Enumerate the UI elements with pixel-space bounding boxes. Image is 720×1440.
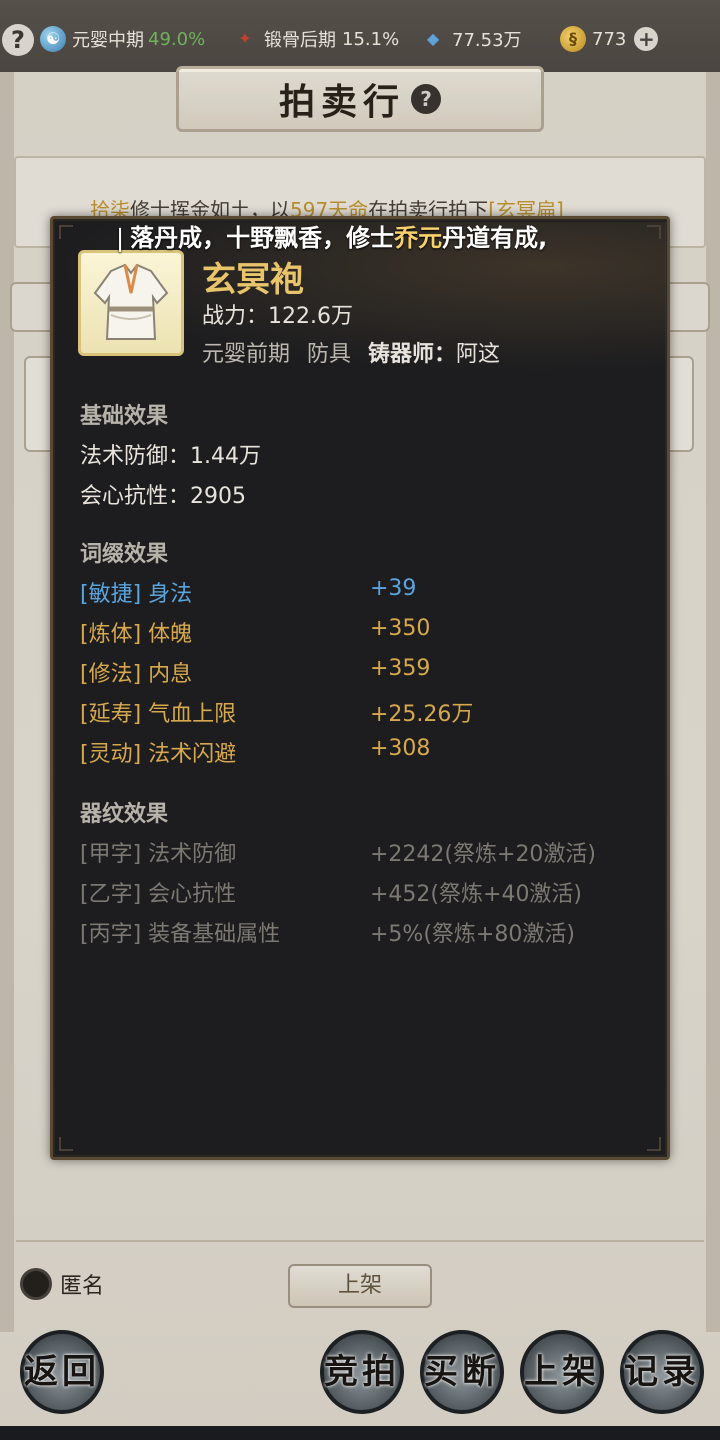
body-realm-label: 锻骨后期: [264, 30, 336, 51]
item-type: 防具: [307, 342, 352, 367]
robe-icon: [78, 250, 184, 356]
item-power: 战力：122.6万: [202, 304, 353, 329]
corner-ornament: [59, 1137, 73, 1151]
coin-icon: §: [560, 26, 586, 52]
affix-effects-title: 词缀效果: [80, 542, 169, 567]
add-coin-button[interactable]: +: [634, 27, 659, 51]
smith-name: 阿这: [456, 342, 501, 367]
affix-row: [灵动] 法术闪避 +308: [80, 736, 431, 767]
pattern-row: [乙字] 会心抗性 +452(祭炼+40激活): [80, 882, 583, 907]
item-realm: 元婴前期: [202, 342, 291, 367]
corner-ornament: [59, 225, 73, 239]
corner-ornament: [647, 1137, 661, 1151]
pattern-effects-title: 器纹效果: [80, 802, 169, 827]
help-icon[interactable]: ?: [2, 24, 34, 56]
body-realm-progress: 15.1%: [342, 28, 400, 50]
coin-counter[interactable]: § 773 +: [560, 26, 659, 52]
affix-row: [炼体] 体魄 +350: [80, 616, 431, 647]
base-effect-row: 法术防御：1.44万: [80, 444, 262, 469]
corner-ornament: [647, 225, 661, 239]
yinyang-icon: ☯: [40, 26, 66, 52]
broadcast-marquee: ❘落丹成，十野飘香，修士乔元丹道有成,: [110, 224, 548, 252]
item-meta: 元婴前期 防具 铸器师：阿这: [202, 336, 500, 368]
item-name: 玄冥袍: [202, 260, 304, 300]
coin-value: 773: [592, 28, 627, 50]
pattern-row: [丙字] 装备基础属性 +5%(祭炼+80激活): [80, 922, 575, 947]
smith-label: 铸器师：: [368, 342, 457, 367]
body-realm[interactable]: ✦ 锻骨后期 15.1%: [232, 26, 399, 52]
realm-label: 元婴中期: [72, 30, 144, 51]
base-effects-title: 基础效果: [80, 404, 169, 429]
spirit-stone-value: 77.53万: [452, 30, 522, 51]
cultivation-realm[interactable]: ☯ 元婴中期 49.0%: [40, 26, 205, 52]
affix-row: [修法] 内息 +359: [80, 656, 431, 687]
base-effect-row: 会心抗性：2905: [80, 484, 247, 509]
spirit-stone-icon: ◆: [426, 29, 440, 48]
affix-row: [延寿] 气血上限 +25.26万: [80, 702, 474, 727]
top-resource-bar: ? ☯ 元婴中期 49.0% ✦ 锻骨后期 15.1% ◆ 77.53万 § 7…: [0, 0, 720, 72]
affix-row: [敏捷] 身法 +39: [80, 576, 417, 607]
pattern-row: [甲字] 法术防御 +2242(祭炼+20激活): [80, 842, 597, 867]
spirit-stone-counter[interactable]: ◆ 77.53万: [420, 26, 522, 52]
realm-progress: 49.0%: [148, 28, 206, 50]
bone-icon: ✦: [238, 29, 252, 48]
